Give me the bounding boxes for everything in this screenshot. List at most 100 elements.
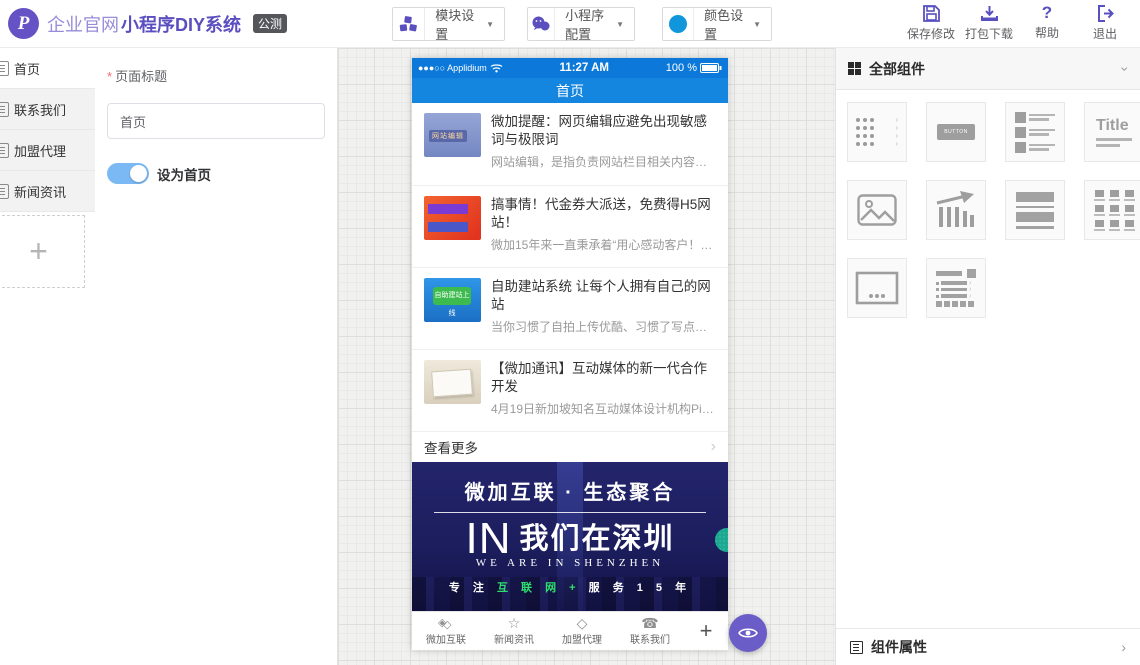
news-thumbnail	[424, 196, 481, 240]
wifi-icon	[490, 63, 503, 73]
tab-agent[interactable]: ◇ 加盟代理	[548, 612, 616, 649]
exit-label: 退出	[1093, 25, 1117, 42]
component-image[interactable]	[847, 180, 907, 240]
chevron-down-icon: ›	[1118, 66, 1134, 71]
banner-in-text: IN	[465, 519, 511, 559]
news-summary: 网站编辑，是指负责网站栏目相关内容的...	[491, 153, 716, 170]
add-page-button[interactable]: +	[0, 215, 85, 288]
news-summary: 4月19日新加坡知名互动媒体设计机构Pinh...	[491, 400, 716, 417]
news-item[interactable]: 搞事情！代金券大派送，免费得H5网站！ 微加15年来一直秉承着“用心感动客户！”…	[412, 185, 728, 267]
cubes-icon	[393, 8, 425, 40]
set-homepage-toggle[interactable]	[107, 163, 149, 184]
battery-icon	[700, 63, 722, 73]
caret-down-icon: ▼	[486, 20, 494, 29]
phone-tabbar: ◈◇ 微加互联 ☆ 新闻资讯 ◇ 加盟代理 ☎ 联系我们 +	[412, 611, 728, 649]
image-list-icon	[1015, 112, 1055, 153]
chevron-right-icon: ›	[711, 438, 716, 456]
brand: P 企业官网小程序DIY系统 公测	[8, 8, 287, 39]
tab-news[interactable]: ☆ 新闻资讯	[480, 612, 548, 649]
sidebar-page-label: 新闻资讯	[14, 182, 66, 201]
tab-weijia[interactable]: ◈◇ 微加互联	[412, 612, 480, 649]
component-title-text[interactable]: Title	[1084, 102, 1140, 162]
clock-text: 11:27 AM	[503, 62, 666, 74]
news-thumbnail	[424, 360, 481, 404]
app-title-light: 企业官网	[47, 11, 119, 37]
page-icon	[0, 143, 9, 158]
sidebar-page-home[interactable]: 首页	[0, 48, 95, 89]
carrier-text: ●●●○○ Applidium	[418, 63, 487, 73]
components-panel-header[interactable]: 全部组件 ›	[836, 48, 1140, 90]
view-more-link[interactable]: 查看更多 ›	[412, 431, 728, 462]
news-list: 网站编辑 微加提醒：网页编辑应避免出现敏感词与极限词 网站编辑，是指负责网站栏目…	[412, 103, 728, 462]
plus-icon: +	[700, 618, 713, 644]
component-grid[interactable]	[1084, 180, 1140, 240]
news-item[interactable]: 网站编辑 微加提醒：网页编辑应避免出现敏感词与极限词 网站编辑，是指负责网站栏目…	[412, 103, 728, 185]
app-title-bold: 小程序DIY系统	[121, 11, 241, 37]
chart-arrow-icon	[936, 191, 976, 229]
news-summary: 微加15年来一直秉承着“用心感动客户！”的...	[491, 236, 716, 253]
sidebar-page-label: 首页	[14, 59, 40, 78]
component-image-list[interactable]	[1005, 102, 1065, 162]
component-banner-rows[interactable]	[1005, 180, 1065, 240]
sidebar-page-agent[interactable]: 加盟代理	[0, 130, 95, 171]
sidebar-page-news[interactable]: 新闻资讯	[0, 171, 95, 212]
promo-banner[interactable]: 微加互联 · 生态聚合 IN 我们在深圳 WE ARE IN SHENZHEN …	[412, 462, 728, 611]
plus-icon: +	[29, 233, 48, 270]
grid-3x3-icon	[1094, 190, 1135, 231]
module-settings-label: 模块设置	[435, 5, 480, 43]
page-title-input[interactable]	[107, 103, 325, 139]
page-settings-panel: *页面标题 设为首页	[95, 48, 338, 665]
news-item[interactable]: 自助建站上线 自助建站系统 让每个人拥有自己的网站 当你习惯了自拍上传优酷、习惯…	[412, 267, 728, 349]
component-rich-list[interactable]: › › ›	[926, 258, 986, 318]
star-icon: ☆	[508, 616, 521, 630]
button-icon: BUTTON	[937, 124, 975, 140]
dotted-list-icon: › › › ›	[856, 118, 898, 146]
components-panel-title: 全部组件	[869, 59, 925, 79]
properties-icon	[850, 641, 863, 654]
news-thumbnail: 自助建站上线	[424, 278, 481, 322]
help-button[interactable]: ? 帮助	[1018, 4, 1076, 42]
color-settings-button[interactable]: 颜色设置 ▼	[662, 7, 772, 41]
banner-divider	[434, 512, 706, 513]
tab-contact[interactable]: ☎ 联系我们	[616, 612, 684, 649]
exit-button[interactable]: 退出	[1076, 4, 1134, 42]
save-icon	[922, 4, 941, 23]
miniprogram-config-button[interactable]: 小程序配置 ▼	[527, 7, 635, 41]
component-button[interactable]: BUTTON	[926, 102, 986, 162]
set-homepage-label: 设为首页	[157, 164, 211, 184]
component-properties-bar[interactable]: 组件属性 ›	[836, 628, 1140, 665]
color-settings-label: 颜色设置	[704, 5, 747, 43]
beta-badge: 公测	[253, 14, 287, 33]
sidebar-page-contact[interactable]: 联系我们	[0, 89, 95, 130]
component-chart-arrow[interactable]	[926, 180, 986, 240]
page-icon	[0, 102, 9, 117]
sidebar-page-label: 加盟代理	[14, 141, 66, 160]
diamond-icon: ◇	[577, 616, 588, 630]
add-tab-button[interactable]: +	[684, 612, 728, 649]
caret-down-icon: ▼	[616, 20, 624, 29]
sidebar-page-label: 联系我们	[14, 100, 66, 119]
banner-english-line: WE ARE IN SHENZHEN	[412, 557, 728, 569]
rich-list-icon: › › ›	[936, 269, 976, 307]
component-carousel[interactable]	[847, 258, 907, 318]
banner-cn-text: 我们在深圳	[519, 515, 674, 559]
preview-eye-button[interactable]	[729, 614, 767, 652]
news-item[interactable]: 【微加通讯】互动媒体的新一代合作开发 4月19日新加坡知名互动媒体设计机构Pin…	[412, 349, 728, 431]
download-label: 打包下载	[965, 25, 1013, 42]
component-dotted-list[interactable]: › › › ›	[847, 102, 907, 162]
carousel-icon	[855, 271, 899, 305]
component-properties-label: 组件属性	[871, 637, 927, 657]
component-tiles: › › › › BUTTON Title	[836, 90, 1140, 318]
download-button[interactable]: 打包下载	[960, 4, 1018, 42]
grid-icon	[848, 62, 861, 75]
required-mark: *	[107, 69, 112, 84]
color-circle-icon	[663, 8, 694, 40]
help-label: 帮助	[1035, 24, 1059, 41]
module-settings-button[interactable]: 模块设置 ▼	[392, 7, 505, 41]
miniprogram-config-label: 小程序配置	[565, 5, 610, 43]
save-button[interactable]: 保存修改	[902, 4, 960, 42]
chevron-right-icon: ›	[1121, 639, 1126, 655]
caret-down-icon: ▼	[753, 20, 761, 29]
diamonds-icon: ◈◇	[438, 616, 454, 630]
news-summary: 当你习惯了自拍上传优酷、习惯了写点小...	[491, 318, 716, 335]
